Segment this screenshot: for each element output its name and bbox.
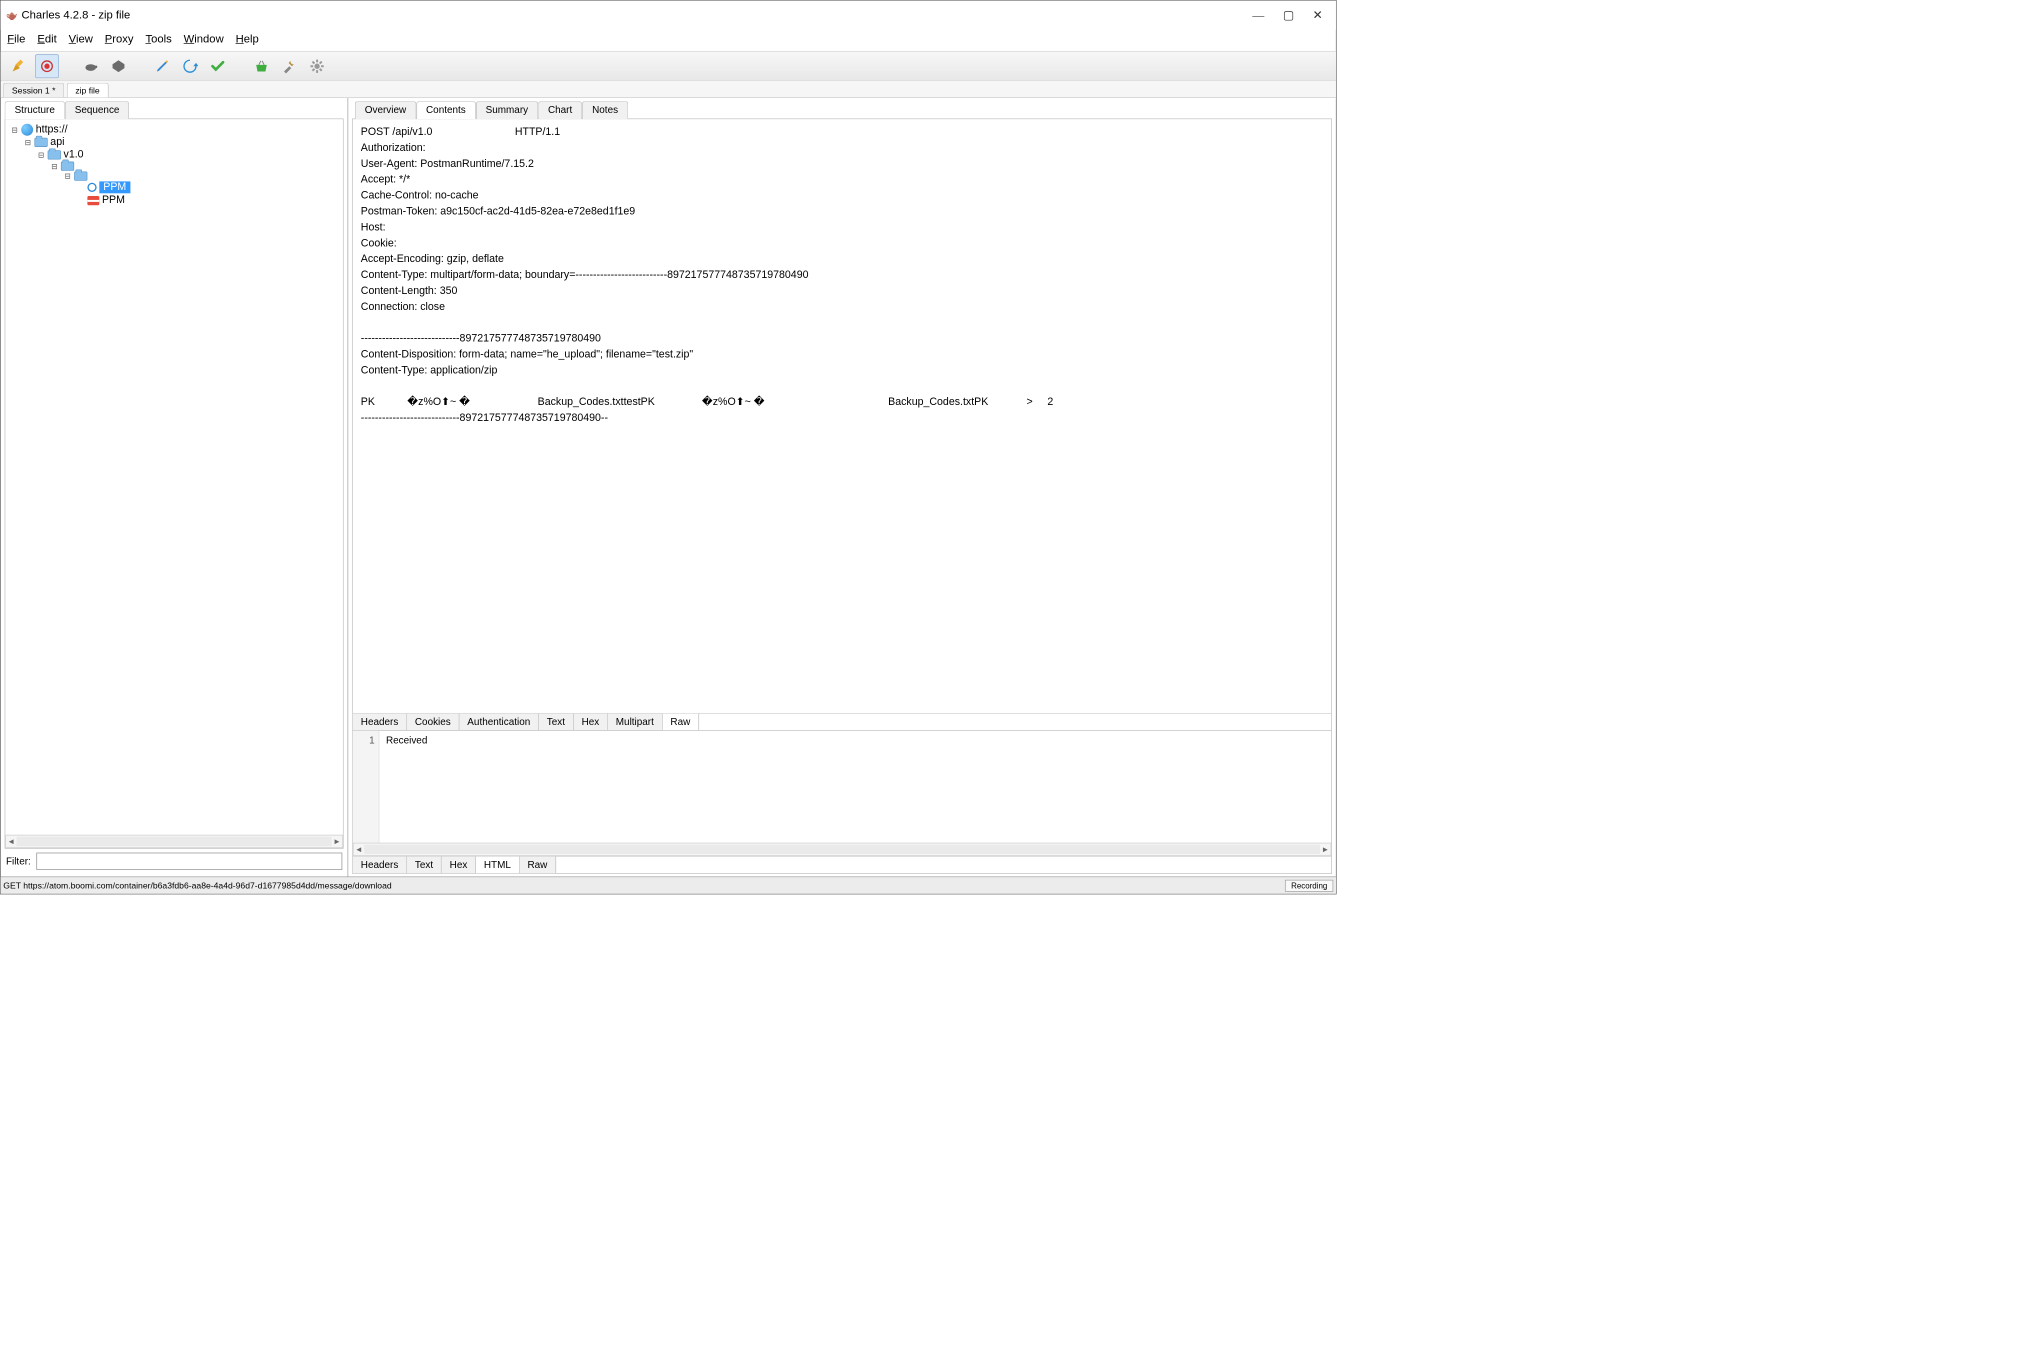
req-tab-multipart[interactable]: Multipart bbox=[608, 714, 663, 731]
tab-sequence[interactable]: Sequence bbox=[65, 101, 130, 119]
tree-leaf-ppm2[interactable]: PPM bbox=[77, 194, 340, 207]
validate-icon[interactable] bbox=[206, 54, 230, 78]
response-icon bbox=[87, 196, 99, 205]
resp-tab-hex[interactable]: Hex bbox=[442, 857, 476, 874]
toolbar bbox=[1, 52, 1336, 81]
response-line-num: 1 bbox=[369, 735, 375, 746]
tab-chart[interactable]: Chart bbox=[538, 101, 582, 119]
filter-row: Filter: bbox=[5, 849, 344, 874]
tree-node-root[interactable]: ⊟https:// ⊟api ⊟v1.0 bbox=[11, 123, 341, 210]
structure-tree[interactable]: ⊟https:// ⊟api ⊟v1.0 bbox=[5, 119, 343, 835]
tab-overview[interactable]: Overview bbox=[355, 101, 416, 119]
left-pane: Structure Sequence ⊟https:// ⊟api bbox=[1, 98, 349, 877]
record-button[interactable] bbox=[35, 54, 59, 78]
session-tabs: Session 1 * zip file bbox=[1, 81, 1336, 98]
request-view-tabs: Headers Cookies Authentication Text Hex … bbox=[353, 713, 1331, 730]
tree-node-api[interactable]: ⊟api ⊟v1.0 ⊟ bbox=[24, 136, 340, 210]
response-line-gutter: 1 bbox=[353, 731, 379, 843]
request-raw-view[interactable]: POST /api/v1.0 HTTP/1.1 Authorization: U… bbox=[353, 119, 1331, 713]
right-pane: Overview Contents Summary Chart Notes PO… bbox=[348, 98, 1336, 877]
req-tab-cookies[interactable]: Cookies bbox=[407, 714, 459, 731]
app-icon: 🫖 bbox=[6, 10, 18, 21]
req-tab-text[interactable]: Text bbox=[539, 714, 574, 731]
menu-help[interactable]: Help bbox=[236, 32, 259, 45]
folder-icon bbox=[61, 162, 74, 171]
tab-summary[interactable]: Summary bbox=[476, 101, 538, 119]
req-tab-hex[interactable]: Hex bbox=[574, 714, 608, 731]
pencil-icon[interactable] bbox=[150, 54, 174, 78]
req-tab-headers[interactable]: Headers bbox=[353, 714, 407, 731]
menu-tools[interactable]: Tools bbox=[145, 32, 171, 45]
response-text: Received bbox=[386, 735, 427, 746]
window-title: Charles 4.2.8 - zip file bbox=[21, 9, 1252, 22]
basket-icon[interactable] bbox=[250, 54, 274, 78]
tree-label-https: https:// bbox=[36, 124, 68, 136]
tree-label-api: api bbox=[50, 136, 64, 148]
filter-input[interactable] bbox=[36, 853, 342, 870]
recording-indicator[interactable]: Recording bbox=[1285, 879, 1333, 891]
menu-window[interactable]: Window bbox=[184, 32, 224, 45]
req-tab-authentication[interactable]: Authentication bbox=[459, 714, 538, 731]
status-text: GET https://atom.boomi.com/container/b6a… bbox=[3, 880, 391, 890]
globe-icon bbox=[21, 124, 33, 136]
tree-node-folder2[interactable]: ⊟ PPM PPM bbox=[64, 171, 341, 208]
detail-tabs: Overview Contents Summary Chart Notes bbox=[355, 101, 1332, 119]
resp-tab-text[interactable]: Text bbox=[407, 857, 442, 874]
titlebar: 🫖 Charles 4.2.8 - zip file — ▢ ✕ bbox=[1, 1, 1336, 30]
tab-contents[interactable]: Contents bbox=[416, 101, 476, 119]
resp-tab-headers[interactable]: Headers bbox=[353, 857, 407, 874]
session-tab-zipfile[interactable]: zip file bbox=[67, 83, 109, 98]
settings-gear-icon[interactable] bbox=[305, 54, 329, 78]
main-split: Structure Sequence ⊟https:// ⊟api bbox=[1, 98, 1336, 877]
menu-file[interactable]: File bbox=[7, 32, 25, 45]
tree-node-folder[interactable]: ⊟ ⊟ PPM PPM bbox=[50, 161, 340, 209]
window-controls: — ▢ ✕ bbox=[1252, 8, 1322, 22]
menubar: File Edit View Proxy Tools Window Help bbox=[1, 30, 1336, 52]
menu-view[interactable]: View bbox=[69, 32, 93, 45]
tree-leaf-ppm-selected[interactable]: PPM bbox=[77, 181, 340, 194]
repeat-icon[interactable] bbox=[178, 54, 202, 78]
tree-label-ppm2: PPM bbox=[102, 195, 125, 207]
resp-tab-html[interactable]: HTML bbox=[476, 857, 520, 874]
tab-structure[interactable]: Structure bbox=[5, 101, 65, 119]
statusbar: GET https://atom.boomi.com/container/b6a… bbox=[1, 876, 1336, 893]
menu-edit[interactable]: Edit bbox=[37, 32, 56, 45]
tree-node-v10[interactable]: ⊟v1.0 ⊟ ⊟ bbox=[37, 148, 340, 209]
response-body: Received bbox=[379, 731, 1331, 843]
folder-icon bbox=[74, 171, 87, 180]
window: 🫖 Charles 4.2.8 - zip file — ▢ ✕ File Ed… bbox=[0, 0, 1337, 894]
response-view[interactable]: 1 Received bbox=[353, 730, 1331, 843]
tab-notes[interactable]: Notes bbox=[582, 101, 628, 119]
maximize-button[interactable]: ▢ bbox=[1283, 8, 1294, 22]
req-tab-raw[interactable]: Raw bbox=[662, 714, 698, 731]
response-view-tabs: Headers Text Hex HTML Raw bbox=[353, 856, 1331, 873]
turtle-slow-icon[interactable] bbox=[79, 54, 103, 78]
structure-sequence-tabs: Structure Sequence bbox=[5, 101, 344, 119]
response-hscroll[interactable]: ◄► bbox=[353, 843, 1331, 856]
close-button[interactable]: ✕ bbox=[1313, 8, 1323, 22]
tree-hscroll[interactable]: ◄► bbox=[5, 835, 343, 848]
tools-icon[interactable] bbox=[277, 54, 301, 78]
folder-icon bbox=[48, 150, 61, 159]
folder-icon bbox=[34, 138, 47, 147]
session-tab-1[interactable]: Session 1 * bbox=[3, 83, 64, 98]
tree-label-ppm-selected: PPM bbox=[99, 181, 130, 193]
resp-tab-raw[interactable]: Raw bbox=[520, 857, 556, 874]
menu-proxy[interactable]: Proxy bbox=[105, 32, 134, 45]
minimize-button[interactable]: — bbox=[1252, 8, 1264, 22]
filter-label: Filter: bbox=[6, 856, 31, 867]
breakpoints-icon[interactable] bbox=[107, 54, 131, 78]
broom-icon[interactable] bbox=[7, 54, 31, 78]
request-icon bbox=[87, 183, 96, 192]
